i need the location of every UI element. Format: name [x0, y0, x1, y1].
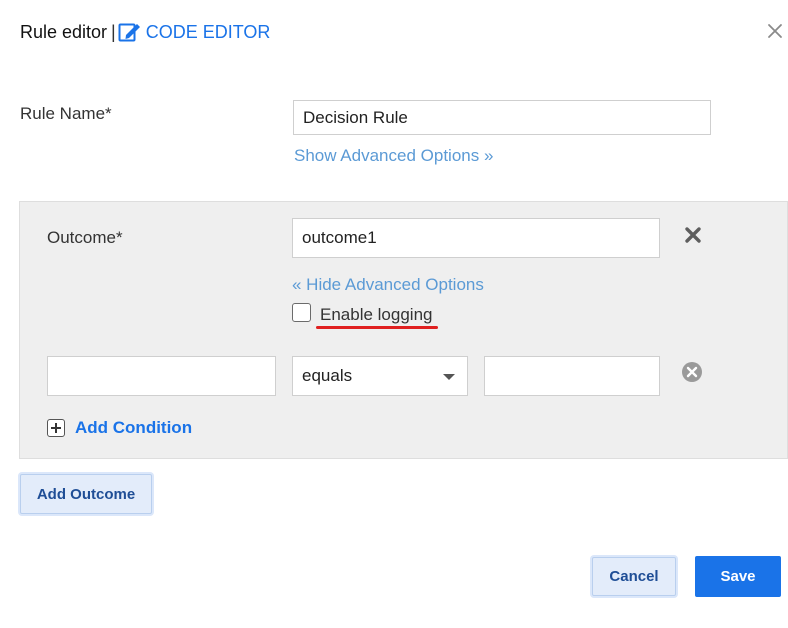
caret-down-icon [443, 374, 455, 380]
add-outcome-button[interactable]: Add Outcome [20, 474, 152, 514]
title-separator: | [111, 21, 116, 42]
outcome-input[interactable] [292, 218, 660, 258]
save-button[interactable]: Save [695, 556, 781, 597]
annotation-underline [316, 326, 438, 329]
cancel-button[interactable]: Cancel [592, 557, 676, 596]
remove-condition-icon[interactable] [681, 361, 703, 383]
enable-logging-checkbox[interactable] [292, 303, 311, 322]
rule-name-input[interactable] [293, 100, 711, 135]
close-icon[interactable] [766, 22, 784, 40]
code-editor-label: CODE EDITOR [145, 21, 271, 42]
remove-outcome-icon[interactable] [684, 226, 702, 244]
edit-icon [118, 23, 140, 42]
dialog-title-text: Rule editor [20, 21, 108, 42]
condition-operator-value: equals [302, 366, 353, 385]
show-advanced-options-link[interactable]: Show Advanced Options » [294, 146, 493, 166]
add-condition-label: Add Condition [75, 418, 193, 437]
enable-logging-label[interactable]: Enable logging [320, 305, 432, 325]
code-editor-link[interactable]: CODE EDITOR [118, 21, 271, 43]
hide-advanced-options-link[interactable]: « Hide Advanced Options [292, 275, 484, 295]
dialog-title: Rule editor | CODE EDITOR [20, 20, 270, 44]
outcome-label: Outcome* [47, 228, 123, 247]
condition-operator-select[interactable]: equals [292, 356, 468, 396]
condition-right-input[interactable] [484, 356, 660, 396]
condition-left-input[interactable] [47, 356, 276, 396]
plus-square-icon [47, 419, 65, 437]
rule-name-label: Rule Name* [20, 104, 112, 123]
add-condition-button[interactable]: Add Condition [47, 418, 192, 438]
